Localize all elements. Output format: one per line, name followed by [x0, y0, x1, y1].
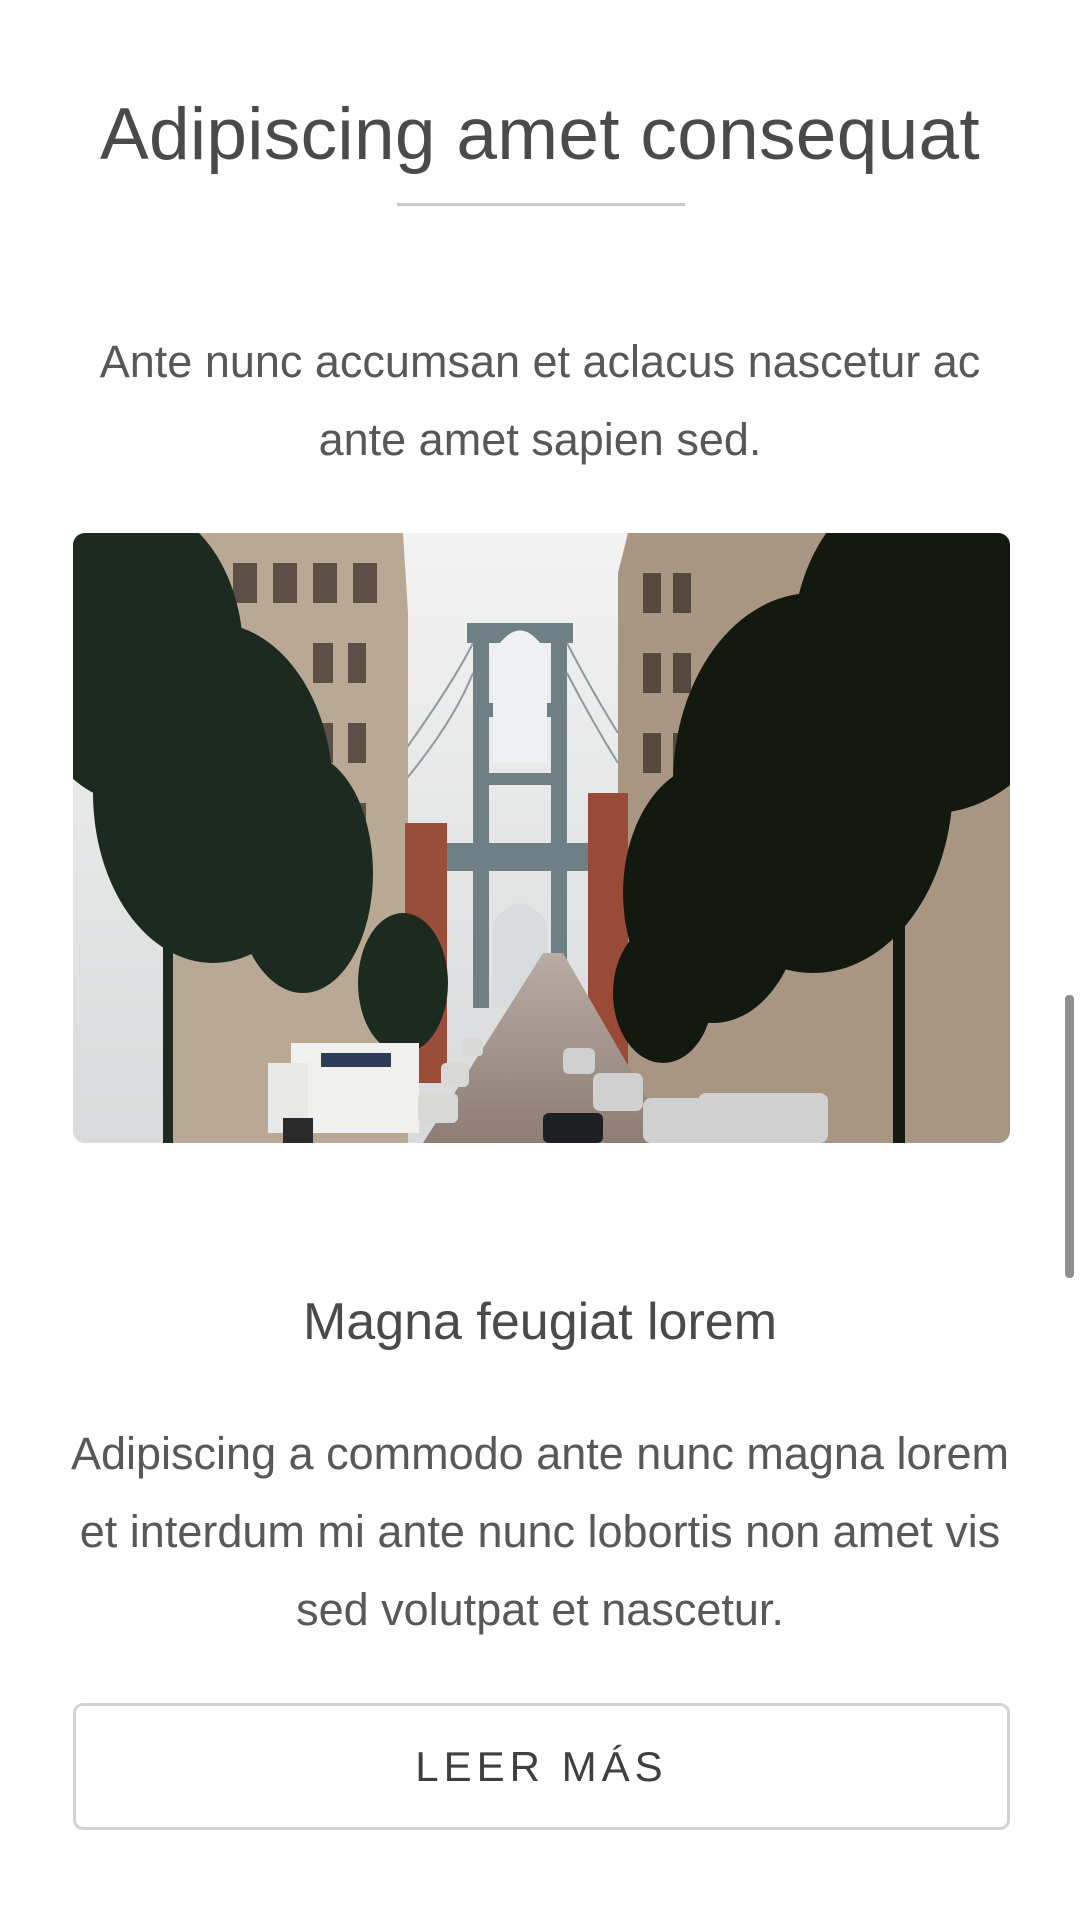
title-divider	[397, 203, 685, 206]
card-title: Magna feugiat lorem	[302, 1293, 778, 1352]
vertical-scrollbar[interactable]	[1065, 995, 1074, 1278]
section-intro: Ante nunc accumsan et aclacus nascetur a…	[99, 336, 981, 465]
card-body: Adipiscing a commodo ante nunc magna lor…	[70, 1428, 1009, 1635]
page: Adipiscing amet consequat Ante nunc accu…	[0, 0, 1080, 1920]
section-title: Adipiscing amet consequat	[100, 93, 980, 175]
street-bridge-photo	[73, 533, 1010, 1143]
card-image[interactable]	[73, 533, 1010, 1143]
read-more-button[interactable]: LEER MÁS	[73, 1703, 1010, 1830]
